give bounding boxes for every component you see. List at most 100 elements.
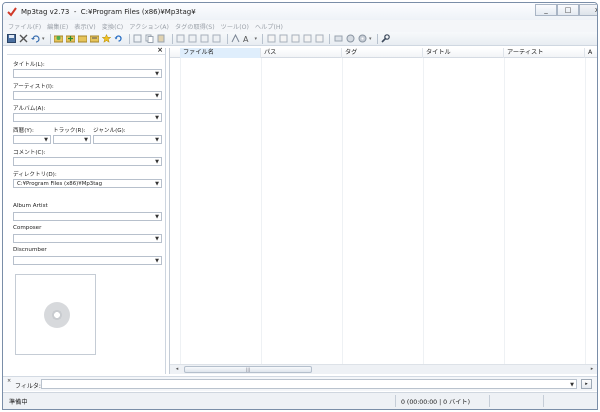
tag-panel-close-button[interactable]: × — [157, 46, 163, 54]
menu-edit[interactable]: 編集(E) — [47, 22, 68, 31]
artist-label: アーティスト(I): — [13, 84, 54, 90]
chevron-down-icon: ▼ — [84, 137, 88, 143]
column-header-tag[interactable]: タグ — [342, 48, 423, 58]
playlist-icon[interactable] — [90, 34, 100, 44]
status-divider — [489, 395, 490, 407]
svg-text:A: A — [243, 35, 249, 43]
freedb-icon[interactable] — [278, 34, 288, 44]
folder-icon[interactable] — [78, 34, 88, 44]
favorite-star-icon[interactable] — [102, 34, 112, 44]
menu-file[interactable]: ファイル(F) — [8, 22, 41, 31]
title-combo[interactable]: ▼ — [13, 69, 162, 78]
disc-icon[interactable] — [357, 34, 367, 44]
scroll-left-icon[interactable]: ◂ — [172, 365, 182, 374]
maximize-button[interactable]: □ — [557, 4, 579, 16]
text-file-to-tag-icon[interactable] — [212, 34, 222, 44]
cover-art-box[interactable] — [15, 274, 96, 355]
column-header-path[interactable]: パス — [261, 48, 342, 58]
directory-combo[interactable]: C:¥Program Files (x86)¥Mp3tag ▼ — [13, 179, 162, 188]
chevron-down-icon: ▼ — [155, 181, 159, 187]
save-icon[interactable] — [6, 34, 16, 44]
wrench-icon[interactable] — [381, 34, 391, 44]
track-label: トラック(R): — [53, 128, 86, 134]
undo-dropdown-icon[interactable]: ▾ — [42, 36, 45, 42]
menu-convert[interactable]: 変換(C) — [102, 22, 124, 31]
status-text: 準備中 — [9, 399, 28, 406]
toolbar-separator — [226, 33, 228, 44]
filter-label: フィルタ: — [15, 383, 41, 390]
track-combo[interactable]: ▼ — [53, 135, 91, 144]
auto-numbering-icon[interactable] — [231, 34, 241, 44]
menu-tools[interactable]: ツール(O) — [221, 22, 249, 31]
album-artist-combo[interactable]: ▼ — [13, 212, 162, 221]
tag-panel: × タイトル(L): ▼ アーティスト(I): ▼ アルバム(A): ▼ 西暦(… — [7, 46, 166, 374]
tag-to-filename-icon[interactable] — [188, 34, 198, 44]
change-directory-icon[interactable] — [54, 34, 64, 44]
menu-view[interactable]: 表示(V) — [74, 22, 95, 31]
musicbrainz-icon[interactable] — [314, 34, 324, 44]
cd-placeholder-icon — [44, 302, 70, 328]
close-button[interactable]: x — [579, 4, 597, 16]
disc-dropdown-icon[interactable]: ▾ — [369, 36, 372, 42]
window-controls: _ □ x — [535, 4, 597, 16]
artist-combo[interactable]: ▼ — [13, 91, 162, 100]
status-bar: 準備中 0 (00:00:00 | 0 バイト) — [3, 392, 597, 409]
menu-tag-sources[interactable]: タグの取得(S) — [175, 22, 215, 31]
column-divider — [504, 58, 505, 364]
window-title: Mp3tag v2.73 - C:¥Program Files (x86)¥Mp… — [21, 7, 196, 16]
chevron-down-icon[interactable]: ▼ — [570, 382, 574, 388]
refresh-icon[interactable] — [114, 34, 124, 44]
directory-label: ディレクトリ(D): — [13, 172, 57, 178]
paste-icon[interactable] — [157, 34, 167, 44]
chevron-down-icon: ▼ — [155, 214, 159, 220]
menu-actions[interactable]: アクション(A) — [129, 22, 169, 31]
genre-combo[interactable]: ▼ — [93, 135, 162, 144]
genre-label: ジャンル(G): — [93, 128, 126, 134]
toolbar-separator — [128, 33, 130, 44]
export-icon[interactable] — [266, 34, 276, 44]
toolbar-separator — [376, 33, 378, 44]
album-combo[interactable]: ▼ — [13, 113, 162, 122]
file-list[interactable]: ファイル名 パス タグ タイトル アーティスト A ◂ ||| ▸ — [169, 48, 597, 374]
comment-combo[interactable]: ▼ — [13, 157, 162, 166]
undo-icon[interactable] — [30, 34, 40, 44]
directory-value: C:¥Program Files (x86)¥Mp3tag — [17, 181, 103, 187]
chevron-down-icon: ▼ — [155, 159, 159, 165]
amazon-icon[interactable] — [290, 34, 300, 44]
file-list-header: ファイル名 パス タグ タイトル アーティスト A — [170, 48, 597, 58]
filter-close-icon[interactable]: × — [7, 378, 11, 384]
minimize-button[interactable]: _ — [535, 4, 557, 16]
album-artist-label: Album Artist — [13, 203, 48, 209]
remove-tag-icon[interactable] — [18, 34, 28, 44]
column-header-filename[interactable]: ファイル名 — [180, 48, 261, 58]
case-conversion-icon[interactable]: A — [243, 34, 253, 44]
filter-apply-button[interactable]: ▸ — [581, 379, 592, 389]
copy-icon[interactable] — [145, 34, 155, 44]
chevron-down-icon: ▼ — [44, 137, 48, 143]
column-header-album[interactable]: A — [585, 48, 597, 58]
playlist-create-icon[interactable] — [333, 34, 343, 44]
horizontal-scrollbar[interactable]: ◂ ||| ▸ — [170, 364, 597, 374]
scrollbar-thumb[interactable]: ||| — [184, 366, 312, 373]
chevron-down-icon: ▼ — [155, 258, 159, 264]
filename-to-tag-icon[interactable] — [176, 34, 186, 44]
select-all-icon[interactable] — [133, 34, 143, 44]
discnumber-combo[interactable]: ▼ — [13, 256, 162, 265]
scroll-right-icon[interactable]: ▸ — [587, 365, 597, 374]
title-bar: Mp3tag v2.73 - C:¥Program Files (x86)¥Mp… — [3, 3, 597, 20]
main-window: Mp3tag v2.73 - C:¥Program Files (x86)¥Mp… — [2, 2, 598, 410]
discogs-icon[interactable] — [302, 34, 312, 44]
chevron-down-icon: ▼ — [155, 137, 159, 143]
column-divider — [423, 58, 424, 364]
globe-icon[interactable] — [345, 34, 355, 44]
column-header-title[interactable]: タイトル — [423, 48, 504, 58]
add-directory-icon[interactable] — [66, 34, 76, 44]
toolbar-separator — [171, 33, 173, 44]
column-header-artist[interactable]: アーティスト — [504, 48, 585, 58]
menu-help[interactable]: ヘルプ(H) — [255, 22, 283, 31]
year-combo[interactable]: ▼ — [13, 135, 51, 144]
tag-to-tag-icon[interactable] — [200, 34, 210, 44]
composer-combo[interactable]: ▼ — [13, 234, 162, 243]
case-dropdown-icon[interactable]: ▾ — [255, 36, 258, 42]
filter-input[interactable]: ▼ — [41, 379, 577, 389]
